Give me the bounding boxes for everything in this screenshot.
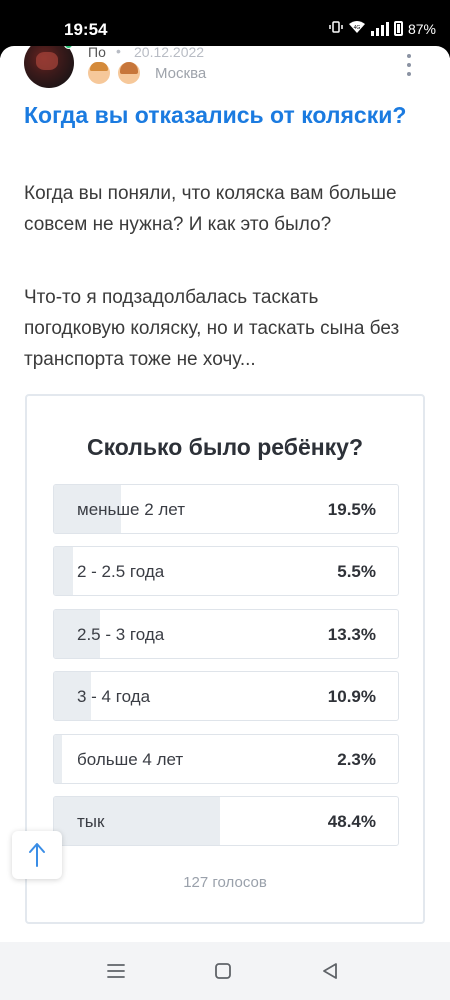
author-row: По • 20.12.2022 Москва xyxy=(24,46,424,91)
poll-option-percent: 10.9% xyxy=(327,687,376,706)
poll-bar xyxy=(54,735,62,783)
poll-option-percent: 48.4% xyxy=(327,812,376,831)
poll-title: Сколько было ребёнку? xyxy=(86,434,364,460)
status-time: 19:54 xyxy=(64,20,108,39)
poll-option-label: 2 - 2.5 года xyxy=(77,562,165,581)
back-icon[interactable] xyxy=(318,960,342,982)
avatar[interactable] xyxy=(24,46,74,88)
post-content: По • 20.12.2022 Москва Когда вы отказали… xyxy=(0,46,450,942)
poll-option[interactable]: 2.5 - 3 года 13.3% xyxy=(53,609,399,659)
battery-percent: 87% xyxy=(407,20,436,37)
post-body: Что-то я подзадолбалась таскать погодков… xyxy=(24,287,400,370)
author-city: Москва xyxy=(155,65,207,82)
signal-icon xyxy=(370,21,389,36)
poll-bar xyxy=(54,547,73,595)
poll-option-percent: 2.3% xyxy=(337,750,376,769)
network-type: 4G xyxy=(354,25,361,31)
poll-option-percent: 19.5% xyxy=(327,500,376,519)
more-vertical-icon[interactable] xyxy=(404,54,414,76)
poll-option-label: 3 - 4 года xyxy=(77,687,151,706)
poll-option-label: тык xyxy=(77,812,105,831)
girl-icon xyxy=(118,62,140,84)
poll-option-percent: 13.3% xyxy=(327,625,376,644)
home-icon[interactable] xyxy=(211,960,235,982)
post-title: Когда вы отказались от коляски? xyxy=(24,102,407,128)
poll-option[interactable]: меньше 2 лет 19.5% xyxy=(53,484,399,534)
post-date: 20.12.2022 xyxy=(134,46,205,60)
poll-option[interactable]: 3 - 4 года 10.9% xyxy=(53,671,399,721)
system-nav-bar xyxy=(0,942,450,1000)
poll-option[interactable]: 2 - 2.5 года 5.5% xyxy=(53,546,399,596)
boy-icon xyxy=(88,62,110,84)
poll-option[interactable]: больше 4 лет 2.3% xyxy=(53,734,399,784)
battery-icon xyxy=(393,21,403,36)
poll-option-percent: 5.5% xyxy=(337,562,376,581)
poll-option-label: 2.5 - 3 года xyxy=(77,625,165,644)
poll-option-label: меньше 2 лет xyxy=(77,500,185,519)
post-question: Когда вы поняли, что коляска вам больше … xyxy=(24,183,397,235)
author-name[interactable]: По xyxy=(88,46,106,60)
date-separator: • xyxy=(116,46,121,59)
poll-option[interactable]: тык 48.4% xyxy=(53,796,399,846)
poll: Сколько было ребёнку? меньше 2 лет 19.5%… xyxy=(25,394,425,924)
status-icons: 4G 87% xyxy=(329,20,436,37)
wifi-icon: 4G xyxy=(348,20,366,37)
poll-option-label: больше 4 лет xyxy=(77,750,184,769)
recent-apps-icon[interactable] xyxy=(104,960,128,982)
arrow-up-icon xyxy=(28,842,46,868)
vibrate-icon xyxy=(329,20,343,37)
poll-votes: 127 голосов xyxy=(183,874,267,891)
scroll-to-top-button[interactable] xyxy=(12,831,62,879)
